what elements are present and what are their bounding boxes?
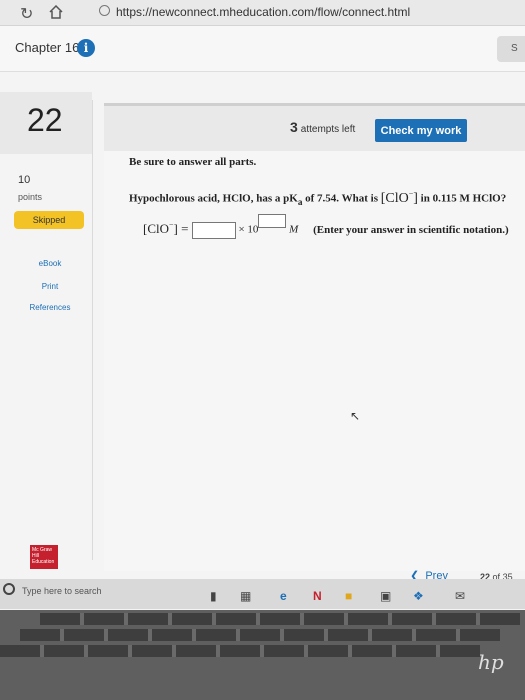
mail-icon[interactable]: ✉ (455, 589, 465, 603)
key-row (40, 613, 520, 625)
attempts-left: 3 attempts left (290, 119, 355, 135)
info-icon[interactable]: i (77, 39, 95, 57)
check-my-work-button[interactable]: Check my work (375, 119, 467, 142)
browser-toolbar: ↻ https://newconnect.mheducation.com/flo… (0, 0, 525, 26)
key-row (20, 629, 500, 641)
question-text-pre: Hypochlorous acid, HClO, has a pK (129, 192, 298, 205)
answer-lhs-label: [ClO (143, 220, 169, 236)
windows-search-icon[interactable] (3, 583, 15, 595)
question-number: 22 (27, 102, 63, 138)
points-label: points (18, 192, 43, 202)
task-view-icon[interactable]: ▦ (240, 589, 251, 603)
attempts-label: attempts left (300, 124, 356, 135)
question-body: Be sure to answer all parts. Hypochlorou… (104, 151, 525, 571)
netflix-icon[interactable]: N (313, 589, 322, 603)
attempts-count: 3 (290, 119, 298, 135)
home-icon[interactable] (49, 5, 63, 19)
answer-exponent-input[interactable] (258, 214, 287, 228)
answer-lhs: [ClO−] = (143, 220, 192, 236)
lock-icon (99, 5, 110, 16)
question-number-box: 22 (0, 92, 92, 154)
right-tab[interactable]: S (497, 36, 525, 62)
chapter-title: Chapter 16 (15, 40, 80, 55)
times-ten: × 10 (238, 223, 259, 236)
mcgraw-hill-logo: Mc Graw Hill Education (30, 545, 58, 569)
hint-text: (Enter your answer in scientific notatio… (313, 223, 509, 236)
key-row (0, 645, 480, 657)
taskbar: Type here to search ▮ ▦ e N ■ ▣ ❖ ✉ (0, 579, 525, 609)
print-link[interactable]: Print (20, 282, 80, 291)
file-explorer-icon[interactable]: ■ (345, 589, 352, 603)
chapter-header: Chapter 16 i S (0, 26, 525, 72)
edge-browser-icon[interactable]: e (280, 589, 287, 603)
species-bracket: [ClO−] (380, 189, 418, 206)
instructions: Be sure to answer all parts. (129, 156, 257, 168)
reload-icon[interactable]: ↻ (20, 4, 33, 24)
dropbox-icon[interactable]: ❖ (413, 589, 424, 603)
screen: ↻ https://newconnect.mheducation.com/flo… (0, 0, 525, 610)
points-value: 10 (18, 174, 31, 186)
species-label: [ClO (380, 190, 409, 206)
ebook-link[interactable]: eBook (20, 259, 80, 268)
address-bar[interactable]: https://newconnect.mheducation.com/flow/… (116, 5, 410, 19)
question-text-mid: of 7.54. What is (302, 192, 381, 205)
answer-equals: ] = (173, 220, 192, 236)
answer-coefficient-input[interactable] (191, 221, 236, 239)
answer-row: [ClO−] = × 10 M (Enter your answer in sc… (143, 214, 509, 239)
status-badge: Skipped (14, 211, 84, 229)
unit-label: M (289, 223, 299, 236)
microphone-icon[interactable]: ▮ (210, 589, 217, 603)
question-header: 3 attempts left Check my work (104, 103, 525, 151)
taskbar-search-input[interactable]: Type here to search (22, 586, 102, 596)
divider (92, 100, 93, 560)
question-text-post: in 0.115 M HClO? (417, 192, 507, 205)
mouse-cursor-icon: ↖ (350, 409, 361, 423)
laptop-keyboard (0, 610, 525, 700)
references-link[interactable]: References (20, 303, 80, 312)
store-icon[interactable]: ▣ (380, 589, 391, 603)
question-text: Hypochlorous acid, HClO, has a pKa of 7.… (129, 189, 506, 207)
hp-logo: hp (478, 650, 504, 674)
